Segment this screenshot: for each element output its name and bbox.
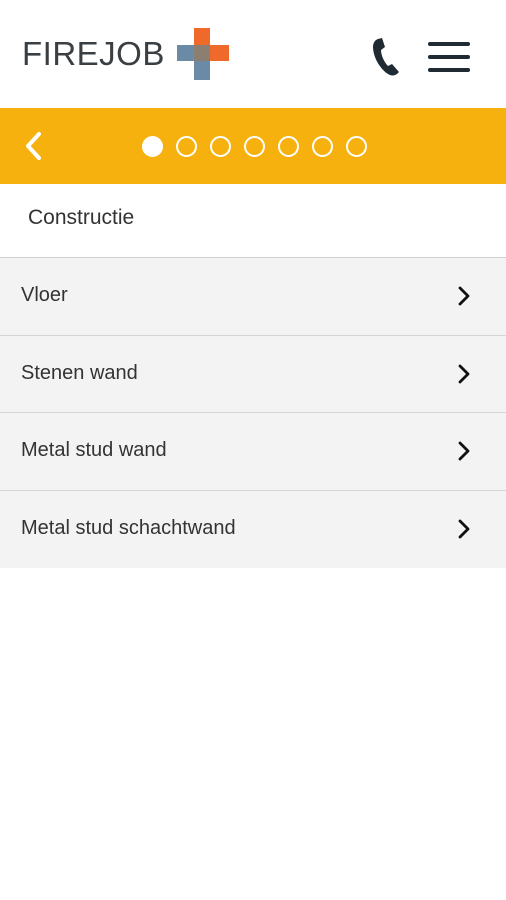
list-item-label: Vloer	[21, 284, 68, 306]
section-title: Constructie	[28, 206, 135, 229]
step-indicator	[142, 136, 367, 158]
list-item-label: Metal stud schachtwand	[21, 516, 236, 539]
construction-list: Vloer Stenen wand Metal stud wand Metal stu…	[0, 258, 506, 568]
list-item[interactable]: Stenen wand	[0, 335, 506, 413]
firejob-logo[interactable]: FIREJOB	[22, 26, 231, 82]
list-item[interactable]: Metal stud wand	[0, 413, 506, 491]
step-dot-6[interactable]	[312, 136, 333, 157]
chevron-right-icon	[458, 286, 470, 306]
phone-button[interactable]	[366, 34, 406, 80]
logo-text: FIREJOB	[22, 35, 165, 72]
list-item[interactable]: Metal stud schachtwand	[0, 490, 506, 568]
chevron-right-icon	[458, 519, 470, 538]
phone-icon	[373, 38, 399, 76]
back-button[interactable]	[14, 126, 54, 166]
plus-logo-icon	[176, 28, 229, 80]
list-item-label: Metal stud wand	[21, 439, 167, 461]
section-header: Constructie	[0, 184, 506, 258]
step-dot-4[interactable]	[244, 136, 265, 157]
menu-button[interactable]	[424, 38, 474, 78]
step-dot-2[interactable]	[176, 136, 197, 157]
chevron-right-icon	[458, 364, 470, 383]
app-screen: FIREJOB Constructie Vloer Stenen wand Me…	[0, 0, 506, 900]
step-dot-7[interactable]	[346, 136, 367, 157]
step-progress-bar	[0, 108, 506, 184]
chevron-right-icon	[458, 441, 470, 461]
menu-bar-top	[428, 42, 470, 46]
list-item-label: Stenen wand	[21, 361, 138, 384]
app-header: FIREJOB	[0, 0, 506, 108]
step-dot-1[interactable]	[142, 136, 163, 157]
menu-bar-bottom	[428, 68, 470, 72]
list-item[interactable]: Vloer	[0, 258, 506, 336]
step-dot-5[interactable]	[278, 136, 299, 157]
chevron-left-icon	[26, 132, 41, 160]
menu-bar-middle	[428, 55, 470, 59]
step-dot-3[interactable]	[210, 136, 231, 157]
